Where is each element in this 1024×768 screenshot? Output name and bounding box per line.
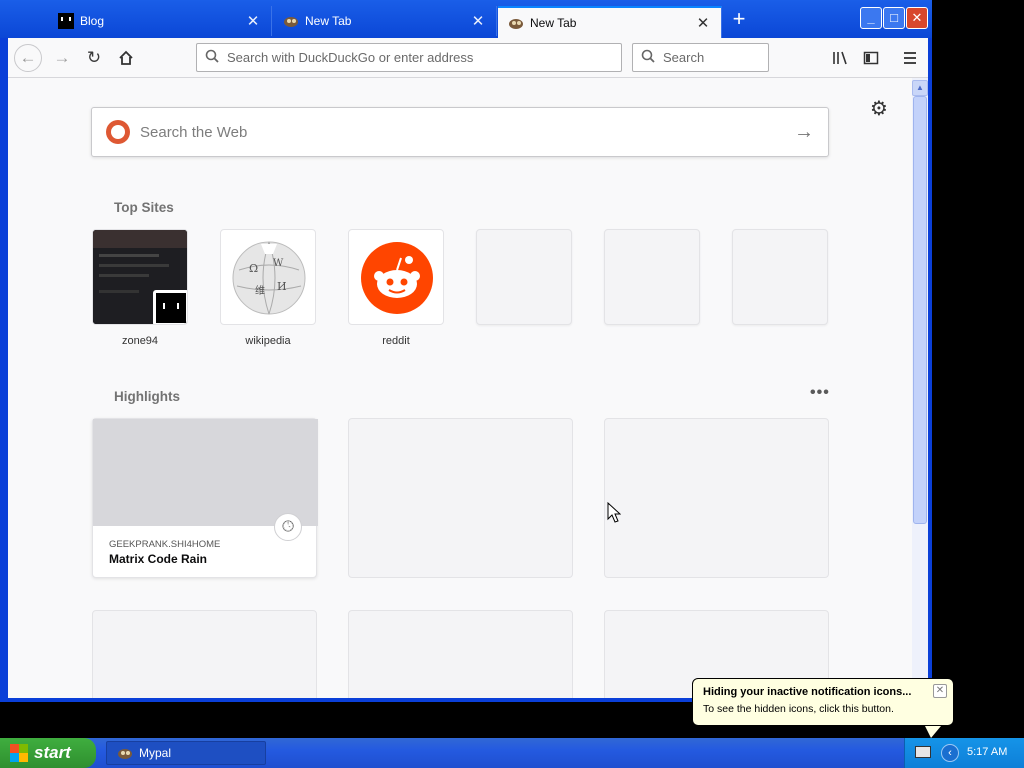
close-icon[interactable]: ✕: [693, 14, 713, 32]
taskbar-item-mypal[interactable]: Mypal: [106, 741, 266, 765]
start-button[interactable]: start: [0, 738, 96, 768]
url-bar[interactable]: Search with DuckDuckGo or enter address: [196, 43, 622, 72]
blog-favicon-icon: [58, 13, 74, 29]
search-icon: [641, 49, 655, 66]
top-site-label: zone94: [121, 335, 159, 347]
top-site-label: reddit: [382, 335, 410, 347]
vertical-scrollbar[interactable]: ▲: [912, 78, 928, 698]
top-site-label: wikipedia: [245, 335, 291, 347]
zone94-thumbnail-icon: [92, 229, 188, 325]
balloon-tail: [925, 726, 941, 738]
new-tab-button[interactable]: +: [728, 8, 750, 31]
minimize-button[interactable]: _: [860, 7, 882, 29]
clock-icon: 🕓︎: [274, 513, 302, 541]
top-site-empty[interactable]: [732, 229, 828, 325]
sidebar-icon[interactable]: [857, 44, 885, 72]
balloon-title: Hiding your inactive notification icons.…: [703, 686, 912, 698]
chevron-left-icon[interactable]: ‹: [941, 744, 959, 762]
close-icon[interactable]: ✕: [243, 12, 263, 30]
reload-icon[interactable]: ↻: [80, 44, 108, 72]
scrollbar-thumb[interactable]: [913, 96, 927, 524]
top-site-reddit[interactable]: reddit: [348, 229, 444, 347]
highlight-host: GEEKPRANK.SHI4HOME: [109, 539, 221, 550]
tab-new-active[interactable]: New Tab ✕: [498, 6, 722, 38]
maximize-button[interactable]: □: [883, 7, 905, 29]
tab-title: Blog: [80, 14, 105, 28]
mypal-favicon-icon: [283, 13, 299, 29]
highlight-card-empty: [348, 418, 573, 578]
mypal-favicon-icon: [508, 15, 524, 31]
scroll-up-arrow-icon[interactable]: ▲: [912, 80, 928, 96]
highlight-thumbnail: [93, 419, 318, 526]
highlight-card-empty: [604, 418, 829, 578]
browser-window: Blog ✕ New Tab ✕ New Tab ✕ + _ □ ✕ ← → ↻: [0, 0, 932, 702]
more-options-icon[interactable]: •••: [810, 384, 830, 402]
library-icon[interactable]: [826, 44, 854, 72]
close-icon[interactable]: ✕: [933, 684, 947, 698]
wikipedia-globe-icon: Ω W И 维: [220, 229, 316, 325]
back-arrow-icon[interactable]: ←: [14, 44, 42, 72]
windows-flag-icon: [10, 744, 28, 762]
url-bar-placeholder: Search with DuckDuckGo or enter address: [227, 50, 474, 65]
gear-icon[interactable]: ⚙: [870, 96, 888, 121]
svg-text:Ω: Ω: [249, 262, 258, 275]
mouse-cursor-icon: [607, 501, 622, 529]
top-site-empty[interactable]: [476, 229, 572, 325]
search-icon: [205, 49, 219, 66]
web-search-box[interactable]: Search the Web →: [91, 107, 829, 157]
highlight-card-empty: [92, 610, 317, 698]
close-window-button[interactable]: ✕: [906, 7, 928, 29]
highlight-title: Matrix Code Rain: [109, 552, 208, 566]
arrow-right-icon[interactable]: →: [794, 121, 814, 144]
top-sites-heading: Top Sites: [114, 200, 174, 215]
clock[interactable]: 5:17 AM: [967, 746, 1007, 758]
taskbar: start Mypal ‹ 5:17 AM: [0, 738, 1024, 768]
svg-text:维: 维: [255, 284, 265, 297]
new-tab-page: ⚙ Search the Web → Top Sites zone94 Ω W …: [8, 78, 912, 698]
balloon-text: To see the hidden icons, click this butt…: [703, 703, 894, 715]
empty-tile: [604, 229, 700, 325]
home-icon[interactable]: [112, 44, 140, 72]
notification-balloon[interactable]: Hiding your inactive notification icons.…: [692, 678, 954, 738]
svg-text:И: И: [277, 280, 287, 293]
top-site-wikipedia[interactable]: Ω W И 维 wikipedia: [220, 229, 316, 347]
web-search-placeholder: Search the Web: [140, 123, 248, 141]
keyboard-icon[interactable]: [915, 746, 931, 758]
tab-title: New Tab: [305, 14, 352, 28]
tab-new-1[interactable]: New Tab ✕: [273, 6, 497, 36]
search-bar-placeholder: Search: [663, 50, 705, 65]
close-icon[interactable]: ✕: [468, 12, 488, 30]
mypal-favicon-icon: [117, 745, 133, 761]
tab-blog[interactable]: Blog ✕: [48, 6, 272, 36]
svg-text:W: W: [273, 258, 284, 269]
start-label: start: [34, 743, 71, 762]
top-site-zone94[interactable]: zone94: [92, 229, 188, 347]
empty-tile: [732, 229, 828, 325]
highlight-card[interactable]: 🕓︎ GEEKPRANK.SHI4HOME Matrix Code Rain: [92, 418, 318, 578]
top-site-empty[interactable]: [604, 229, 700, 325]
tab-title: New Tab: [530, 16, 577, 30]
reddit-icon: [348, 229, 444, 325]
tab-bar: Blog ✕ New Tab ✕ New Tab ✕ + _ □ ✕: [0, 0, 932, 38]
hamburger-menu-icon[interactable]: [896, 44, 924, 72]
highlight-card-empty: [348, 610, 573, 698]
system-tray: ‹ 5:17 AM: [904, 738, 1024, 768]
forward-arrow-icon[interactable]: →: [48, 44, 76, 72]
search-bar[interactable]: Search: [632, 43, 769, 72]
empty-tile: [476, 229, 572, 325]
navigation-toolbar: ← → ↻ Search with DuckDuckGo or enter ad…: [8, 38, 928, 78]
highlights-heading: Highlights: [114, 389, 180, 404]
duckduckgo-logo-icon: [106, 120, 130, 144]
taskbar-item-label: Mypal: [139, 746, 172, 760]
